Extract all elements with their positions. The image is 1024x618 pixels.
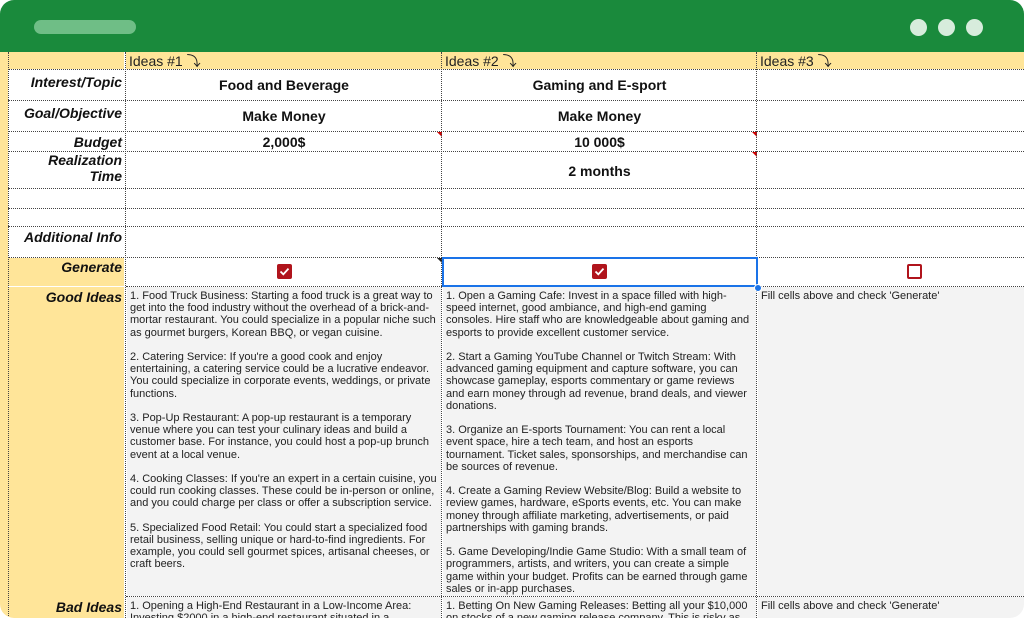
grid-line <box>441 52 442 618</box>
title-bar <box>0 0 1024 52</box>
label-generate: Generate <box>8 258 124 286</box>
grid-line <box>8 52 9 618</box>
label-bad-ideas: Bad Ideas <box>8 597 124 618</box>
budget-cell-2[interactable]: 10 000$ <box>442 134 757 150</box>
column-a <box>0 52 8 618</box>
grid-line <box>8 188 1024 189</box>
grid-line <box>8 151 1024 152</box>
time-cell-2[interactable]: 2 months <box>442 163 757 179</box>
label-interest-topic: Interest/Topic <box>8 70 124 100</box>
grid-line <box>8 208 1024 209</box>
grid-line <box>8 226 1024 227</box>
column-header-ideas-1[interactable]: Ideas #1 ⤵ <box>126 52 442 69</box>
generate-checkbox-1[interactable] <box>277 264 292 279</box>
fill-handle[interactable] <box>754 284 762 292</box>
generate-checkbox-3[interactable] <box>907 264 922 279</box>
topic-cell-2[interactable]: Gaming and E-sport <box>442 77 757 93</box>
grid-line <box>8 100 1024 101</box>
good-ideas-cell-1[interactable]: 1. Food Truck Business: Starting a food … <box>127 287 441 596</box>
grid-line <box>8 69 1024 70</box>
label-goal-objective: Goal/Objective <box>8 101 124 131</box>
address-bar-placeholder <box>34 20 136 34</box>
spreadsheet-grid: Ideas #1 ⤵ Ideas #2 ⤵ Ideas #3 ⤵ Interes… <box>0 52 1024 618</box>
header-corner <box>8 52 124 69</box>
app-window: Ideas #1 ⤵ Ideas #2 ⤵ Ideas #3 ⤵ Interes… <box>0 0 1024 618</box>
grid-line <box>126 596 1024 597</box>
checkmark-icon <box>279 267 290 276</box>
bad-ideas-cell-3[interactable]: Fill cells above and check 'Generate' <box>758 597 1024 618</box>
good-ideas-cell-2[interactable]: 1. Open a Gaming Cafe: Invest in a space… <box>443 287 756 596</box>
selected-cell-outline <box>442 257 758 287</box>
label-good-ideas: Good Ideas <box>8 287 124 600</box>
grid-line <box>8 131 1024 132</box>
column-header-ideas-3[interactable]: Ideas #3 ⤵ <box>757 52 1024 69</box>
empty-label-row <box>8 209 124 227</box>
window-dot-icon[interactable] <box>966 19 983 36</box>
window-dot-icon[interactable] <box>938 19 955 36</box>
bad-ideas-cell-1[interactable]: 1. Opening a High-End Restaurant in a Lo… <box>127 597 441 618</box>
good-ideas-cell-3[interactable]: Fill cells above and check 'Generate' <box>758 287 1024 596</box>
window-dot-icon[interactable] <box>910 19 927 36</box>
column-header-ideas-2[interactable]: Ideas #2 ⤵ <box>442 52 757 69</box>
label-budget: Budget <box>8 132 124 151</box>
bad-ideas-cell-2[interactable]: 1. Betting On New Gaming Releases: Betti… <box>443 597 756 618</box>
label-realization-time: Realization Time <box>8 152 124 189</box>
budget-cell-1[interactable]: 2,000$ <box>126 134 442 150</box>
goal-cell-2[interactable]: Make Money <box>442 108 757 124</box>
topic-cell-1[interactable]: Food and Beverage <box>126 77 442 93</box>
grid-line <box>125 52 126 618</box>
empty-label-row <box>8 189 124 209</box>
label-additional-info: Additional Info <box>8 227 124 257</box>
goal-cell-1[interactable]: Make Money <box>126 108 442 124</box>
grid-line <box>756 52 757 618</box>
